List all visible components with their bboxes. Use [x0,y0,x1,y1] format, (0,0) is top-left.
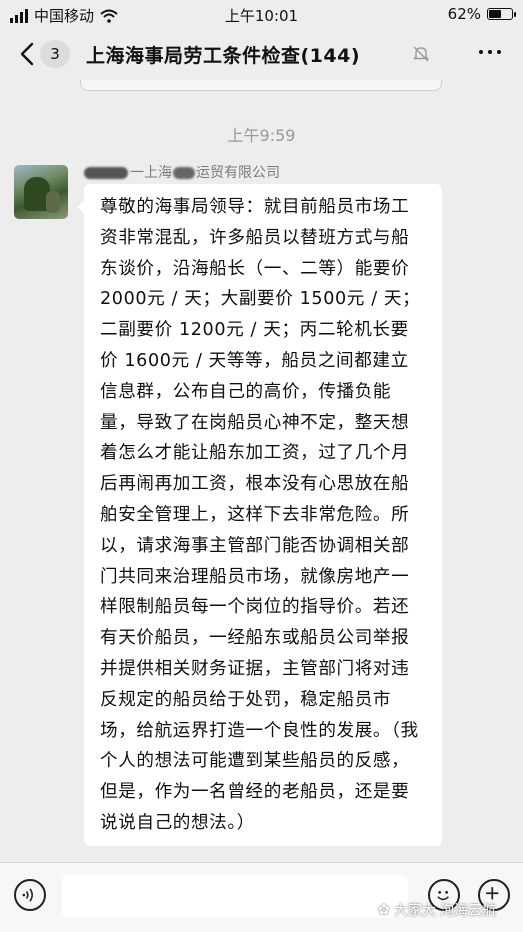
message-bubble[interactable]: 尊敬的海事局领导：就目前船员市场工资非常混乱，许多船员以替班方式与船东谈价，沿海… [77,184,442,846]
message-timestamp: 上午9:59 [227,126,296,145]
status-time: 上午10:01 [224,7,299,25]
message-text: 尊敬的海事局领导：就目前船员市场工资非常混乱，许多船员以替班方式与船东谈价，沿海… [100,197,421,833]
sender-prefix: 一上海 [130,165,172,181]
battery-percent: 62% [447,5,481,23]
watermark-text: 大家大 洵海云航 [393,903,497,919]
sender-name: 一上海 运贸有限公司 [84,162,280,182]
input-bar [0,862,523,932]
message-input[interactable] [62,875,408,917]
back-icon[interactable] [14,40,42,68]
mute-bell-icon [412,46,430,62]
sender-suffix: 运贸有限公司 [196,165,280,181]
sender-avatar[interactable] [14,165,68,219]
chat-header: 3 上海海事局劳工条件检查(144) [0,28,523,80]
pinned-bar [80,80,442,91]
watermark: ✿ 大家大 洵海云航 [378,900,496,920]
more-options-icon[interactable] [479,50,501,54]
unread-badge[interactable]: 3 [40,40,70,68]
battery-icon [487,8,516,20]
status-bar: 中国移动 上午10:01 62% [0,0,523,28]
redacted-mark [84,167,128,179]
wechat-logo-icon: ✿ [378,902,390,918]
voice-input-icon[interactable] [14,879,46,911]
chat-title: 上海海事局劳工条件检查(144) [86,45,361,67]
redacted-mark [173,167,195,179]
status-right: 62% [447,5,516,23]
